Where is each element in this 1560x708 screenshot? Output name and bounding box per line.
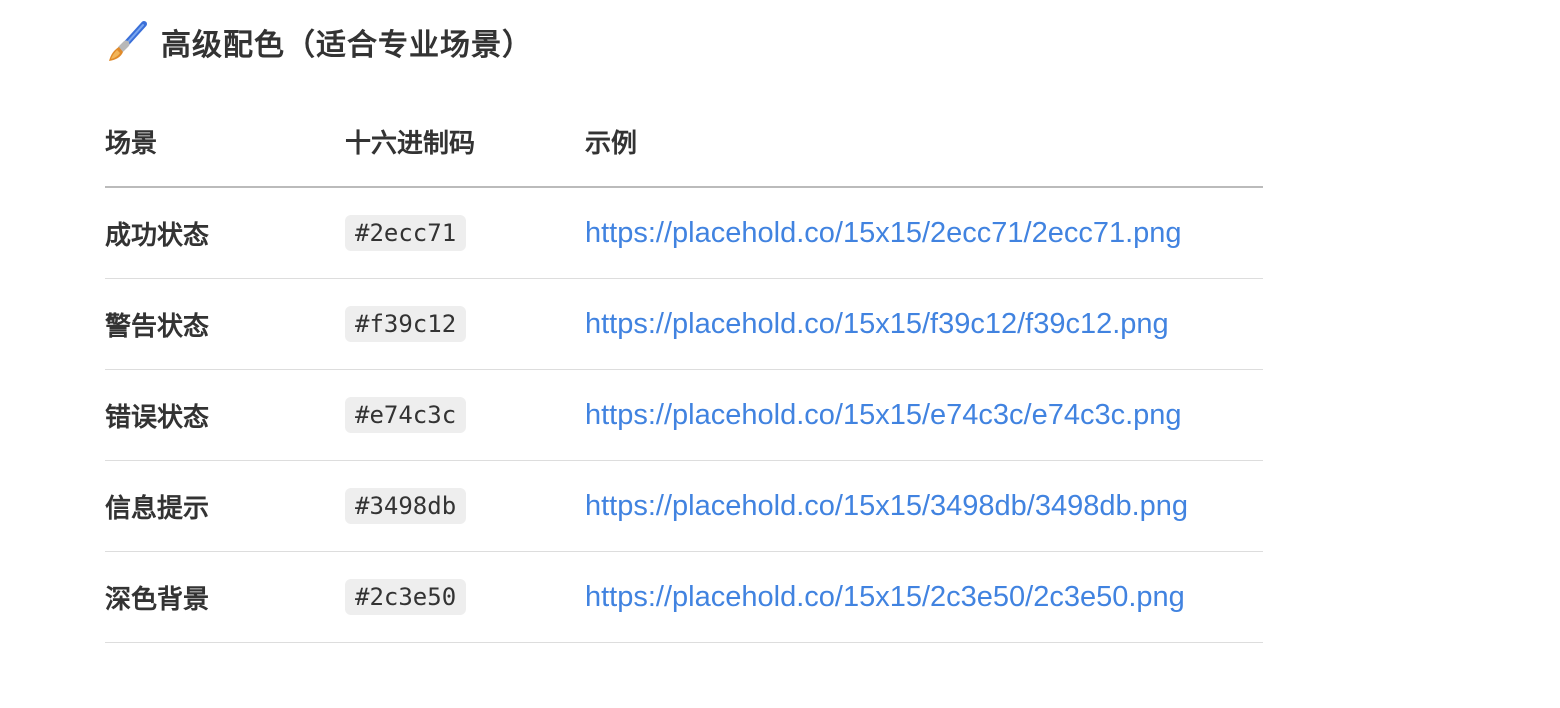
example-cell: https://placehold.co/15x15/2ecc71/2ecc71… (585, 187, 1263, 279)
column-header-example: 示例 (585, 96, 1263, 188)
scene-cell: 信息提示 (105, 460, 345, 552)
scene-cell: 深色背景 (105, 551, 345, 643)
hex-cell: #2c3e50 (345, 551, 585, 643)
table-header-row: 场景 十六进制码 示例 (105, 96, 1263, 188)
hex-code: #f39c12 (345, 306, 467, 342)
example-cell: https://placehold.co/15x15/f39c12/f39c12… (585, 278, 1263, 370)
table-row: 深色背景 #2c3e50 https://placehold.co/15x15/… (105, 551, 1263, 643)
color-palette-section: 高级配色（适合专业场景） 场景 十六进制码 示例 成功状态 #2ecc71 ht… (105, 0, 1263, 643)
example-cell: https://placehold.co/15x15/3498db/3498db… (585, 460, 1263, 552)
table-row: 错误状态 #e74c3c https://placehold.co/15x15/… (105, 369, 1263, 461)
hex-code: #2ecc71 (345, 215, 467, 251)
scene-cell: 成功状态 (105, 187, 345, 279)
table-row: 信息提示 #3498db https://placehold.co/15x15/… (105, 460, 1263, 552)
hex-code: #e74c3c (345, 397, 467, 433)
example-link[interactable]: https://placehold.co/15x15/2ecc71/2ecc71… (585, 217, 1182, 249)
example-link[interactable]: https://placehold.co/15x15/3498db/3498db… (585, 490, 1188, 522)
column-header-scene: 场景 (105, 96, 345, 188)
hex-cell: #f39c12 (345, 278, 585, 370)
column-header-hex: 十六进制码 (345, 96, 585, 188)
table-row: 警告状态 #f39c12 https://placehold.co/15x15/… (105, 278, 1263, 370)
example-cell: https://placehold.co/15x15/e74c3c/e74c3c… (585, 369, 1263, 461)
example-link[interactable]: https://placehold.co/15x15/2c3e50/2c3e50… (585, 581, 1185, 613)
heading-text: 高级配色（适合专业场景） (161, 28, 533, 63)
scene-cell: 错误状态 (105, 369, 345, 461)
example-link[interactable]: https://placehold.co/15x15/f39c12/f39c12… (585, 308, 1169, 340)
example-link[interactable]: https://placehold.co/15x15/e74c3c/e74c3c… (585, 399, 1182, 431)
table-row: 成功状态 #2ecc71 https://placehold.co/15x15/… (105, 187, 1263, 279)
hex-code: #2c3e50 (345, 579, 467, 615)
hex-cell: #e74c3c (345, 369, 585, 461)
hex-cell: #3498db (345, 460, 585, 552)
hex-cell: #2ecc71 (345, 187, 585, 279)
hex-code: #3498db (345, 488, 467, 524)
color-table: 场景 十六进制码 示例 成功状态 #2ecc71 https://placeho… (105, 96, 1263, 643)
example-cell: https://placehold.co/15x15/2c3e50/2c3e50… (585, 551, 1263, 643)
section-heading: 高级配色（适合专业场景） (105, 0, 1263, 84)
scene-cell: 警告状态 (105, 278, 345, 370)
paintbrush-icon (105, 20, 149, 64)
